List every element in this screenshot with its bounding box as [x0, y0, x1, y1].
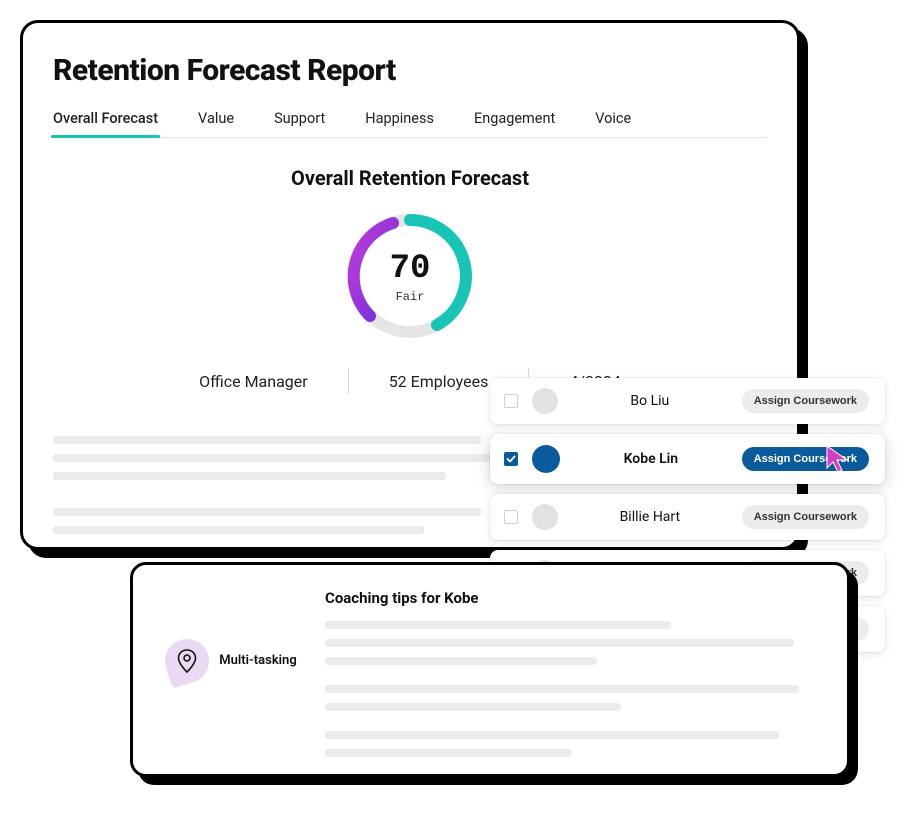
- tab-value[interactable]: Value: [198, 110, 234, 137]
- employee-row[interactable]: Bo Liu Assign Coursework: [490, 378, 885, 424]
- gauge-rating: Fair: [340, 290, 480, 304]
- meta-role: Office Manager: [159, 372, 348, 391]
- tab-support[interactable]: Support: [274, 110, 325, 137]
- gauge-score: 70: [340, 250, 480, 288]
- tabs: Overall Forecast Value Support Happiness…: [53, 110, 767, 138]
- assign-coursework-button[interactable]: Assign Coursework: [742, 447, 869, 471]
- gauge-chart: 70 Fair: [340, 206, 480, 346]
- employee-name: Billie Hart: [572, 509, 728, 525]
- coaching-tag-label: Multi-tasking: [219, 653, 296, 669]
- coaching-tag-section: Multi-tasking: [161, 589, 301, 754]
- employee-row[interactable]: Billie Hart Assign Coursework: [490, 494, 885, 540]
- checkbox-icon[interactable]: [504, 510, 518, 524]
- tab-voice[interactable]: Voice: [595, 110, 631, 137]
- assign-coursework-button[interactable]: Assign Coursework: [742, 389, 869, 413]
- tab-engagement[interactable]: Engagement: [474, 110, 555, 137]
- assign-coursework-button[interactable]: Assign Coursework: [742, 505, 869, 529]
- avatar: [532, 504, 558, 530]
- coaching-title: Coaching tips for Kobe: [325, 589, 819, 607]
- coaching-content: Coaching tips for Kobe: [325, 589, 819, 754]
- tab-happiness[interactable]: Happiness: [365, 110, 434, 137]
- gauge-heading: Overall Retention Forecast: [53, 166, 767, 190]
- avatar: [532, 388, 558, 414]
- coaching-card: Multi-tasking Coaching tips for Kobe: [130, 562, 850, 777]
- checkbox-icon[interactable]: [504, 452, 518, 466]
- employee-row[interactable]: Kobe Lin Assign Coursework: [490, 434, 885, 484]
- report-title: Retention Forecast Report: [53, 53, 767, 88]
- tab-overall-forecast[interactable]: Overall Forecast: [53, 110, 158, 137]
- gauge-section: Overall Retention Forecast 70 Fair: [53, 166, 767, 394]
- employee-name: Bo Liu: [572, 393, 728, 409]
- employee-name: Kobe Lin: [574, 451, 728, 467]
- avatar: [532, 445, 560, 473]
- checkbox-icon[interactable]: [504, 394, 518, 408]
- location-pin-icon: [160, 633, 215, 688]
